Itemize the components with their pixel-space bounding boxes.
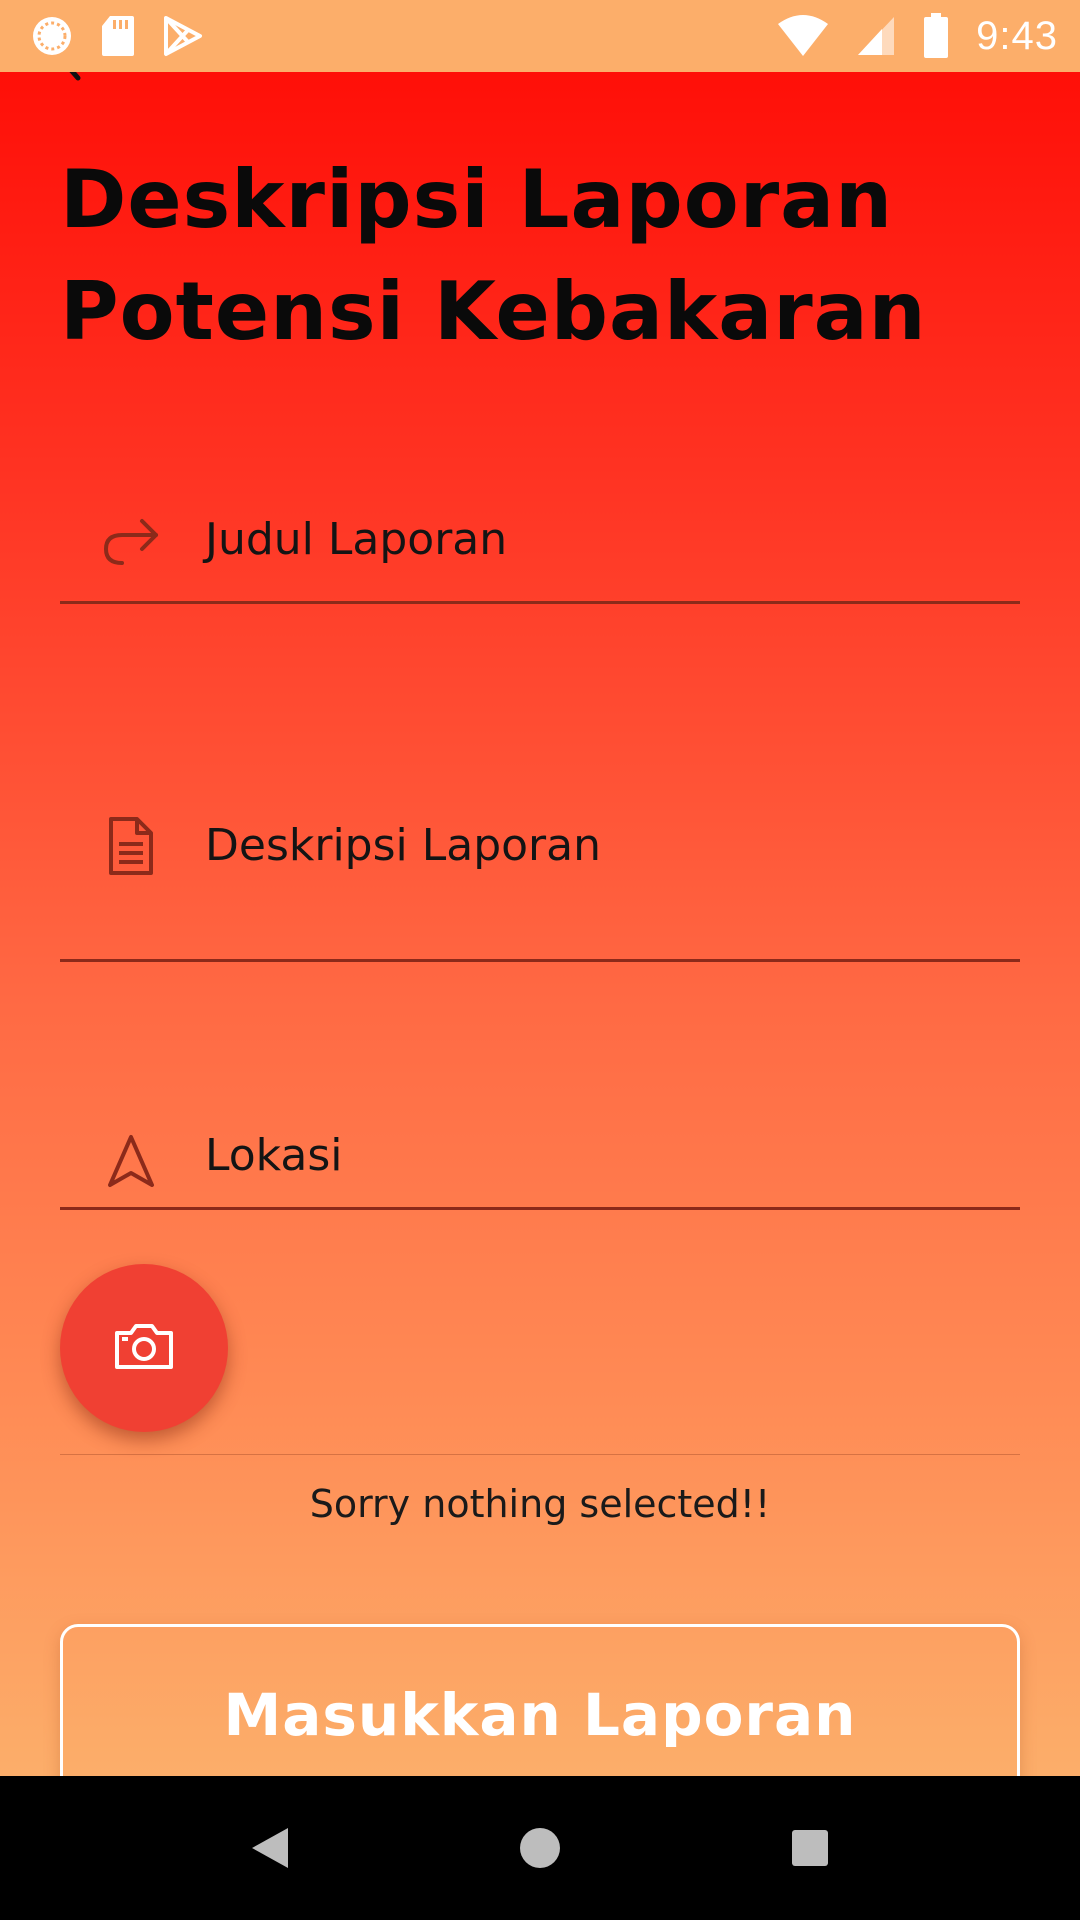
back-triangle-icon[interactable] bbox=[240, 1818, 300, 1878]
report-title-placeholder: Judul Laporan bbox=[205, 514, 508, 565]
report-title-field[interactable]: Judul Laporan bbox=[60, 462, 1020, 604]
status-left-icons bbox=[30, 14, 204, 58]
image-preview-divider bbox=[60, 1454, 1020, 1455]
signal-icon bbox=[856, 15, 896, 57]
page-title: Deskripsi Laporan Potensi Kebakaran bbox=[60, 153, 927, 358]
location-placeholder: Lokasi bbox=[205, 1130, 343, 1181]
camera-button[interactable] bbox=[60, 1264, 228, 1432]
report-description-field[interactable]: Deskripsi Laporan bbox=[60, 672, 1020, 962]
submit-report-button[interactable]: Masukkan Laporan bbox=[60, 1624, 1020, 1776]
screen: 9:43 Deskripsi Laporan Potensi Kebakaran… bbox=[0, 0, 1080, 1920]
recents-square-icon[interactable] bbox=[780, 1818, 840, 1878]
status-time: 9:43 bbox=[976, 13, 1058, 58]
location-field[interactable]: Lokasi bbox=[60, 1082, 1020, 1210]
report-form-screen: Deskripsi Laporan Potensi Kebakaran Judu… bbox=[0, 72, 1080, 1776]
submit-report-label: Masukkan Laporan bbox=[223, 1681, 857, 1749]
sd-card-icon bbox=[100, 14, 136, 58]
system-nav-bar bbox=[0, 1776, 1080, 1920]
report-description-placeholder: Deskripsi Laporan bbox=[205, 820, 601, 871]
image-status-text: Sorry nothing selected!! bbox=[309, 1482, 771, 1526]
status-right-icons: 9:43 bbox=[776, 13, 1058, 59]
document-icon bbox=[102, 817, 160, 875]
home-circle-icon[interactable] bbox=[510, 1818, 570, 1878]
battery-icon bbox=[922, 13, 950, 59]
wifi-icon bbox=[776, 14, 830, 58]
status-bar: 9:43 bbox=[0, 0, 1080, 72]
navigation-icon bbox=[102, 1132, 160, 1190]
sync-icon bbox=[30, 14, 74, 58]
camera-icon bbox=[113, 1321, 175, 1375]
forward-arrow-icon bbox=[102, 513, 160, 571]
play-store-icon bbox=[162, 15, 204, 57]
chevron-left-icon[interactable] bbox=[52, 72, 92, 82]
